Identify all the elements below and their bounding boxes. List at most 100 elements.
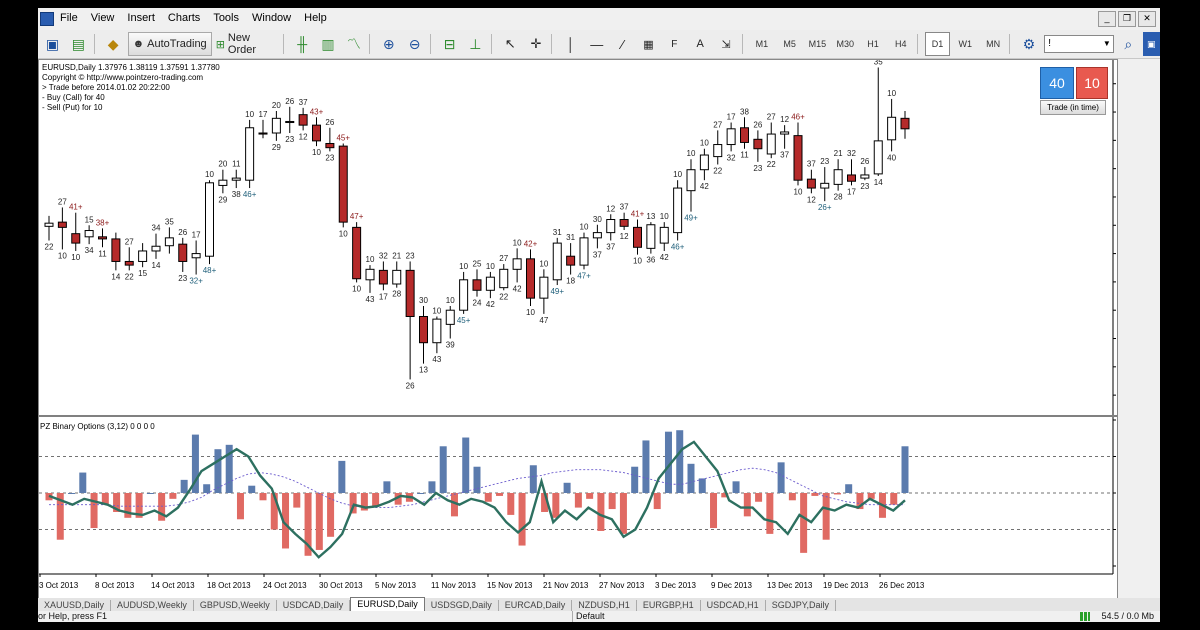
candle-high-label: 34 (152, 224, 161, 233)
histogram-bar (743, 493, 751, 517)
chart-tab[interactable]: AUDUSD,Weekly (111, 600, 194, 611)
menu-tools[interactable]: Tools (213, 12, 248, 24)
candle-high-label: 12 (780, 115, 789, 124)
chart-canvas[interactable]: 1.386401.381001.375601.370201.364801.359… (39, 60, 1117, 598)
chart-window[interactable]: 1.386401.381001.375601.370201.364801.359… (38, 59, 1118, 599)
time-tick-label: 8 Oct 2013 (95, 581, 135, 590)
candle-body (686, 169, 696, 192)
trade-in-time-button[interactable]: Trade (in time) (1040, 100, 1106, 115)
search-icon[interactable]: ⌕ (1117, 32, 1140, 56)
candle-low-label: 10 (794, 187, 803, 196)
crosshair-icon[interactable]: ✛ (525, 32, 548, 56)
candle-body (780, 131, 790, 135)
histogram-bar (552, 493, 560, 518)
timeframe-d1[interactable]: D1 (925, 32, 950, 56)
menu-charts[interactable]: Charts (168, 12, 209, 24)
candle-body (659, 226, 669, 244)
candle-low-label: 42 (660, 253, 669, 262)
histogram-bar (800, 493, 808, 553)
menu-view[interactable]: View (91, 12, 124, 24)
candle-low-label: 47+ (577, 271, 591, 280)
buy-call-button[interactable]: 40 (1040, 67, 1074, 99)
candle-high-label: 30 (419, 296, 428, 305)
chart-tab[interactable]: SGDJPY,Daily (766, 600, 837, 611)
menu-file[interactable]: File (60, 12, 87, 24)
chevron-down-icon[interactable]: ▼ (1102, 36, 1112, 52)
sell-put-button[interactable]: 10 (1076, 67, 1108, 99)
minimize-icon[interactable]: _ (1098, 11, 1116, 27)
candle-low-label: 22 (767, 160, 776, 169)
candle-low-label: 38 (232, 190, 241, 199)
candle-low-label: 42 (486, 300, 495, 309)
close-icon[interactable]: ✕ (1138, 11, 1156, 27)
candle-high-label: 10 (687, 149, 696, 158)
autotrading-button[interactable]: ☻ AutoTrading (127, 32, 212, 56)
candle-body (138, 250, 148, 262)
chart-tab[interactable]: USDSGD,Daily (425, 600, 499, 611)
timeframe-w1[interactable]: W1 (953, 32, 978, 56)
candle-low-label: 22 (45, 242, 54, 251)
menu-insert[interactable]: Insert (127, 12, 164, 24)
trendline-icon[interactable]: ∕ (611, 32, 634, 56)
timeframe-m5[interactable]: M5 (777, 32, 802, 56)
fibonacci-icon[interactable]: F (663, 32, 686, 56)
chart-tab[interactable]: EURUSD,Daily (350, 597, 425, 611)
copyright-line: Copyright © http://www.pointzero-trading… (42, 73, 204, 82)
profiles-icon[interactable]: ▤ (67, 32, 90, 56)
timeframe-m15[interactable]: M15 (805, 32, 830, 56)
candle-body (566, 255, 576, 266)
save-icon[interactable]: ▣ (1142, 32, 1160, 56)
candlestick-icon[interactable]: ▥ (317, 32, 340, 56)
chart-tab[interactable]: USDCAD,Daily (277, 600, 351, 611)
time-tick-label: 19 Dec 2013 (823, 581, 869, 590)
line-chart-icon[interactable]: 〽 (342, 32, 365, 56)
histogram-bar (608, 493, 616, 510)
chart-tab[interactable]: EURGBP,H1 (637, 600, 701, 611)
bar-chart-icon[interactable]: ╫ (291, 32, 314, 56)
candle-body (164, 237, 174, 247)
app-icon[interactable] (40, 12, 54, 26)
menu-window[interactable]: Window (252, 12, 300, 24)
market-watch-icon[interactable]: ◆ (102, 32, 125, 56)
horizontal-line-icon[interactable]: — (585, 32, 608, 56)
candle-high-label: 23 (820, 157, 829, 166)
cursor-icon[interactable]: ↖ (499, 32, 522, 56)
symbol-search-input[interactable]: ! ▼ (1044, 35, 1114, 53)
tile-windows-icon[interactable]: ⊟ (438, 32, 461, 56)
settings-gear-icon[interactable]: ⚙ (1017, 32, 1040, 56)
candle-body (231, 177, 241, 181)
new-chart-icon[interactable]: ▣ (41, 32, 64, 56)
vertical-line-icon[interactable]: │ (559, 32, 582, 56)
text-tool-icon[interactable]: A (689, 32, 712, 56)
chart-tab[interactable]: EURCAD,Daily (499, 600, 573, 611)
channel-icon[interactable]: ▦ (637, 32, 660, 56)
chart-tab[interactable]: NZDUSD,H1 (572, 600, 637, 611)
histogram-bar (563, 482, 571, 493)
timeframe-mn[interactable]: MN (981, 32, 1006, 56)
zoom-out-icon[interactable]: ⊖ (403, 32, 426, 56)
chart-tab[interactable]: XAUUSD,Daily (38, 600, 112, 611)
zoom-in-icon[interactable]: ⊕ (377, 32, 400, 56)
arrows-icon[interactable]: ⇲ (715, 32, 738, 56)
candle-low-label: 29 (218, 195, 227, 204)
chart-tab[interactable]: GBPUSD,Weekly (194, 600, 277, 611)
candle-high-label: 10 (887, 89, 896, 98)
candle-low-label: 45+ (457, 316, 471, 325)
candle-body (338, 145, 348, 223)
histogram-bar (507, 493, 515, 515)
timeframe-m1[interactable]: M1 (749, 32, 774, 56)
candle-body (887, 116, 897, 141)
timeframe-h4[interactable]: H4 (888, 32, 913, 56)
new-order-button[interactable]: ⊞ New Order (215, 32, 279, 56)
chart-shift-icon[interactable]: ⊥ (464, 32, 487, 56)
timeframe-m30[interactable]: M30 (833, 32, 858, 56)
chart-tab[interactable]: USDCAD,H1 (701, 600, 766, 611)
histogram-bar (890, 493, 898, 505)
candle-low-label: 42 (513, 284, 522, 293)
restore-icon[interactable]: ❐ (1118, 11, 1136, 27)
timeframe-h1[interactable]: H1 (861, 32, 886, 56)
menu-help[interactable]: Help (304, 12, 336, 24)
candle-low-label: 22 (125, 272, 134, 281)
candle-high-label: 47+ (350, 212, 364, 221)
candle-low-label: 12 (807, 195, 816, 204)
